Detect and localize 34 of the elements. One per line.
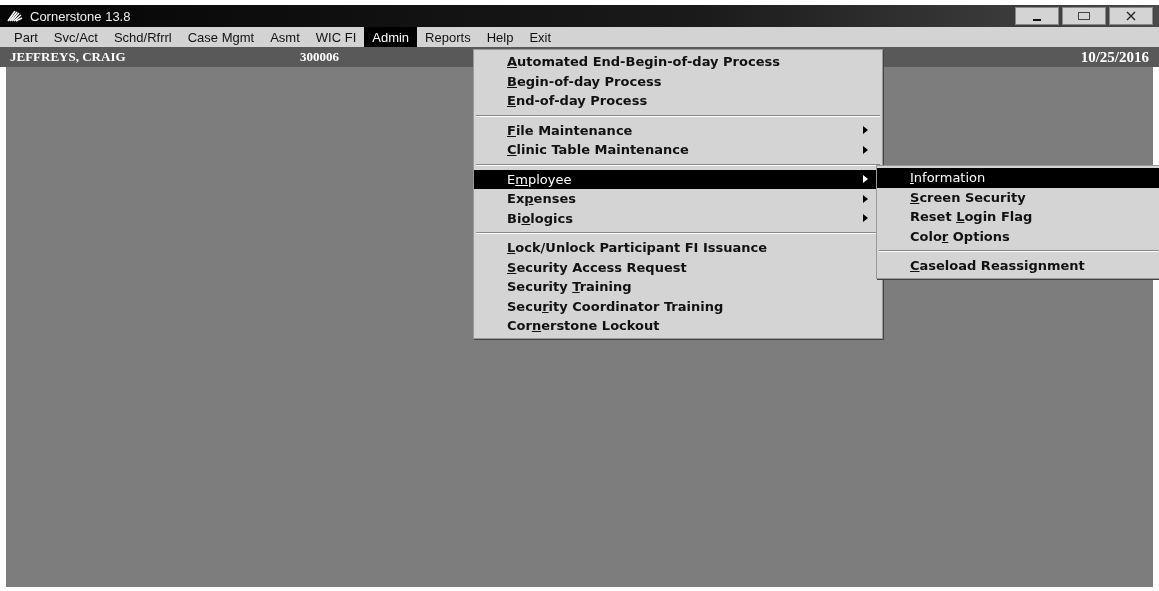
menu-bar-item[interactable]: Admin — [364, 27, 418, 47]
menu-item[interactable]: Security Training — [474, 277, 882, 297]
menu-item[interactable]: Screen Security — [877, 187, 1159, 207]
maximize-icon — [1077, 11, 1091, 21]
window-title: Cornerstone 13.8 — [30, 8, 131, 24]
menu-item[interactable]: Information — [877, 168, 1159, 188]
participant-id: 300006 — [300, 49, 339, 65]
minimize-icon — [1033, 18, 1041, 21]
menu-bar-item[interactable]: Part — [6, 27, 46, 47]
app-logo-icon — [6, 9, 24, 23]
menu-bar-item[interactable]: Case Mgmt — [179, 27, 263, 47]
menu-bar-item[interactable]: Exit — [521, 27, 560, 47]
minimize-button[interactable] — [1015, 7, 1059, 25]
menu-item[interactable]: Cornerstone Lockout — [474, 316, 882, 336]
participant-name: JEFFREYS, CRAIG — [10, 49, 127, 65]
menu-item[interactable]: Automated End-Begin-of-day Process — [474, 52, 882, 72]
menu-item[interactable]: File Maintenance — [474, 120, 882, 140]
menu-bar-item[interactable]: Asmt — [262, 27, 308, 47]
menu-item[interactable]: Reset Login Flag — [877, 207, 1159, 227]
menu-item[interactable]: Security Coordinator Training — [474, 296, 882, 316]
menu-item[interactable]: Color Options — [877, 226, 1159, 246]
menu-item[interactable]: Begin-of-day Process — [474, 71, 882, 91]
menu-item[interactable]: End-of-day Process — [474, 91, 882, 111]
menu-bar-item[interactable]: Schd/Rfrrl — [105, 27, 180, 47]
menu-bar-item[interactable]: Reports — [417, 27, 479, 47]
menu-bar-item[interactable]: WIC FI — [307, 27, 365, 47]
date-text: 10/25/2016 — [1080, 48, 1149, 66]
close-button[interactable] — [1109, 7, 1153, 25]
menu-item[interactable]: Caseload Reassignment — [877, 256, 1159, 276]
menu-item[interactable]: Clinic Table Maintenance — [474, 140, 882, 160]
maximize-button[interactable] — [1062, 7, 1106, 25]
menu-bar-item[interactable]: Help — [478, 27, 522, 47]
close-icon — [1125, 11, 1137, 21]
menu-bar-item[interactable]: Svc/Act — [45, 27, 106, 47]
